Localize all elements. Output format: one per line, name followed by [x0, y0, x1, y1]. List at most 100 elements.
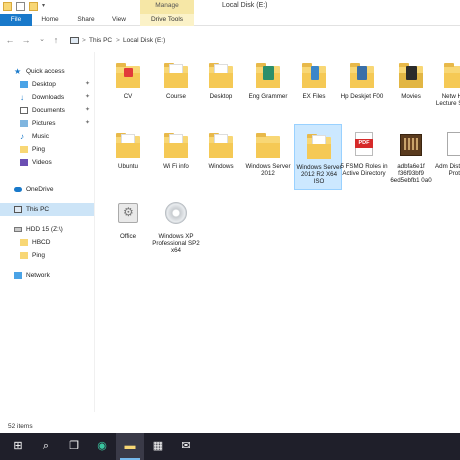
- network-icon: [14, 272, 22, 279]
- file-name: EX Files: [302, 93, 326, 100]
- tab-view[interactable]: View: [106, 14, 132, 26]
- folder-icon: [20, 239, 28, 246]
- title-bar: ▾ Manage Local Disk (E:): [0, 0, 460, 14]
- file-name: Course: [166, 93, 186, 100]
- pin-icon: ✦: [84, 107, 90, 113]
- file-explorer-icon[interactable]: ▬: [116, 433, 144, 460]
- image-item-adbfa6e1f[interactable]: adbfa6e1f f36f93bf9 6ed5ebfb1 0a0: [387, 124, 435, 190]
- folder-item-course[interactable]: Course: [152, 54, 200, 120]
- folder-icon: [307, 131, 331, 161]
- folder-item-windows-server-2012[interactable]: Windows Server 2012: [244, 124, 292, 190]
- pc-icon: [14, 206, 22, 213]
- mail-icon[interactable]: ✉: [172, 433, 200, 460]
- sidebar-item-label: This PC: [26, 206, 50, 213]
- sidebar-item-ping[interactable]: Ping: [0, 143, 94, 156]
- navigation-bar: ← → ⌄ ↑ > This PC > Local Disk (E:): [0, 30, 460, 50]
- file-name: Hp Deskjet F00: [340, 93, 384, 100]
- folder-item-wifi-info[interactable]: Wi Fi info: [152, 124, 200, 190]
- back-arrow-icon[interactable]: ←: [4, 34, 16, 46]
- folder-icon: [302, 60, 326, 90]
- folder-icon: [350, 60, 374, 90]
- pin-icon: ✦: [84, 94, 90, 100]
- sidebar-item-this-pc[interactable]: This PC: [0, 203, 94, 216]
- sidebar-item-onedrive[interactable]: OneDrive: [0, 183, 94, 196]
- tab-share[interactable]: Share: [72, 14, 100, 26]
- sidebar-item-music[interactable]: ♪ Music: [0, 130, 94, 143]
- search-icon[interactable]: ⌕: [32, 433, 60, 460]
- folder-item-desktop[interactable]: Desktop: [197, 54, 245, 120]
- file-name: Windows: [208, 163, 234, 170]
- edge-browser-icon[interactable]: ◉: [88, 433, 116, 460]
- sidebar-item-downloads[interactable]: ↓ Downloads ✦: [0, 91, 94, 104]
- chevron-down-icon[interactable]: ▾: [42, 2, 48, 11]
- folder-icon: [164, 130, 188, 160]
- pc-icon: [70, 37, 79, 44]
- folder-icon: [116, 130, 140, 160]
- pdf-item-fsmo-roles[interactable]: PDF 5 FSMO Roles in Active Directory: [340, 124, 388, 190]
- file-name: Ubuntu: [118, 163, 138, 170]
- documents-icon: [20, 107, 28, 114]
- folder-item-network-help[interactable]: Netw Help Lecture Suppo: [432, 54, 460, 120]
- sidebar-item-ping-drive[interactable]: Ping: [0, 249, 94, 262]
- sidebar-item-label: HBCD: [32, 239, 51, 246]
- quick-access-toolbar: ▾: [3, 2, 48, 11]
- up-arrow-icon[interactable]: ↑: [50, 34, 62, 46]
- music-icon: ♪: [20, 132, 24, 141]
- sidebar-item-videos[interactable]: Videos: [0, 156, 94, 169]
- folder-item-ex-files[interactable]: EX Files: [290, 54, 338, 120]
- file-explorer-window: ▾ Manage Local Disk (E:) File Home Share…: [0, 0, 460, 433]
- tab-manage[interactable]: Manage: [140, 0, 194, 14]
- settings-icon: [116, 200, 140, 230]
- store-icon[interactable]: ▦: [144, 433, 172, 460]
- ribbon-tabs: File Home Share View Drive Tools: [0, 14, 460, 26]
- sidebar-item-label: Ping: [32, 252, 46, 259]
- properties-icon[interactable]: [16, 2, 25, 11]
- folder-item-movies[interactable]: Movies: [387, 54, 435, 120]
- sidebar-item-label: Downloads: [32, 94, 65, 101]
- folder-item-windows-server-2012-r2[interactable]: Windows Server 2012 R2 X64 ISO: [294, 124, 342, 190]
- task-view-icon[interactable]: ❐: [60, 433, 88, 460]
- file-name: CV: [123, 93, 133, 100]
- tab-drive-tools[interactable]: Drive Tools: [140, 14, 194, 26]
- breadcrumb-local-disk[interactable]: Local Disk (E:): [123, 35, 165, 47]
- windows-start-icon[interactable]: ⊞: [4, 433, 32, 460]
- download-icon: ↓: [20, 93, 24, 102]
- sidebar-item-hdd15[interactable]: HDD 15 (Z:\): [0, 223, 94, 236]
- tab-home[interactable]: Home: [36, 14, 64, 26]
- sidebar-item-label: HDD 15 (Z:\): [26, 226, 63, 233]
- folder-item-eng-grammer[interactable]: Eng Grammer: [244, 54, 292, 120]
- tab-file[interactable]: File: [0, 14, 32, 26]
- folder-item-ubuntu[interactable]: Ubuntu: [104, 124, 152, 190]
- sidebar-item-network[interactable]: Network: [0, 269, 94, 282]
- file-item-office[interactable]: Office: [104, 194, 152, 260]
- forward-arrow-icon[interactable]: →: [20, 34, 32, 46]
- sidebar-item-desktop[interactable]: Desktop ✦: [0, 78, 94, 91]
- sidebar-item-hbcd[interactable]: HBCD: [0, 236, 94, 249]
- file-item-adm-distr[interactable]: Adm Distr Rout Proto: [432, 124, 460, 190]
- sidebar-item-documents[interactable]: Documents ✦: [0, 104, 94, 117]
- folder-item-windows[interactable]: Windows: [197, 124, 245, 190]
- pane-divider[interactable]: [94, 52, 95, 412]
- file-name: Windows Server 2012 R2 X64 ISO: [296, 164, 342, 186]
- address-bar[interactable]: > This PC > Local Disk (E:): [65, 34, 458, 47]
- folder-item-hp-deskjet[interactable]: Hp Deskjet F00: [338, 54, 386, 120]
- document-icon: [444, 130, 460, 160]
- folder-icon[interactable]: [3, 2, 12, 11]
- sidebar-item-label: Pictures: [32, 120, 56, 127]
- new-folder-icon[interactable]: [29, 2, 38, 11]
- breadcrumb-separator: >: [116, 37, 120, 44]
- sidebar-item-label: Desktop: [32, 81, 56, 88]
- item-count: 52 items: [8, 423, 33, 430]
- file-name: Office: [119, 233, 137, 240]
- sidebar-item-label: Quick access: [26, 68, 65, 75]
- disc-image-item-windows-xp[interactable]: Windows XP Professional SP2 x64: [152, 194, 200, 260]
- folder-icon: [20, 252, 28, 259]
- file-name: Windows Server 2012: [245, 163, 291, 178]
- breadcrumb-this-pc[interactable]: This PC: [89, 35, 112, 47]
- file-name: 5 FSMO Roles in Active Directory: [340, 163, 388, 178]
- recent-locations-icon[interactable]: ⌄: [36, 34, 48, 46]
- sidebar-item-pictures[interactable]: Pictures ✦: [0, 117, 94, 130]
- folder-item-cv[interactable]: CV: [104, 54, 152, 120]
- sidebar-item-label: Documents: [32, 107, 65, 114]
- sidebar-item-quick-access[interactable]: ★ Quick access: [0, 65, 94, 78]
